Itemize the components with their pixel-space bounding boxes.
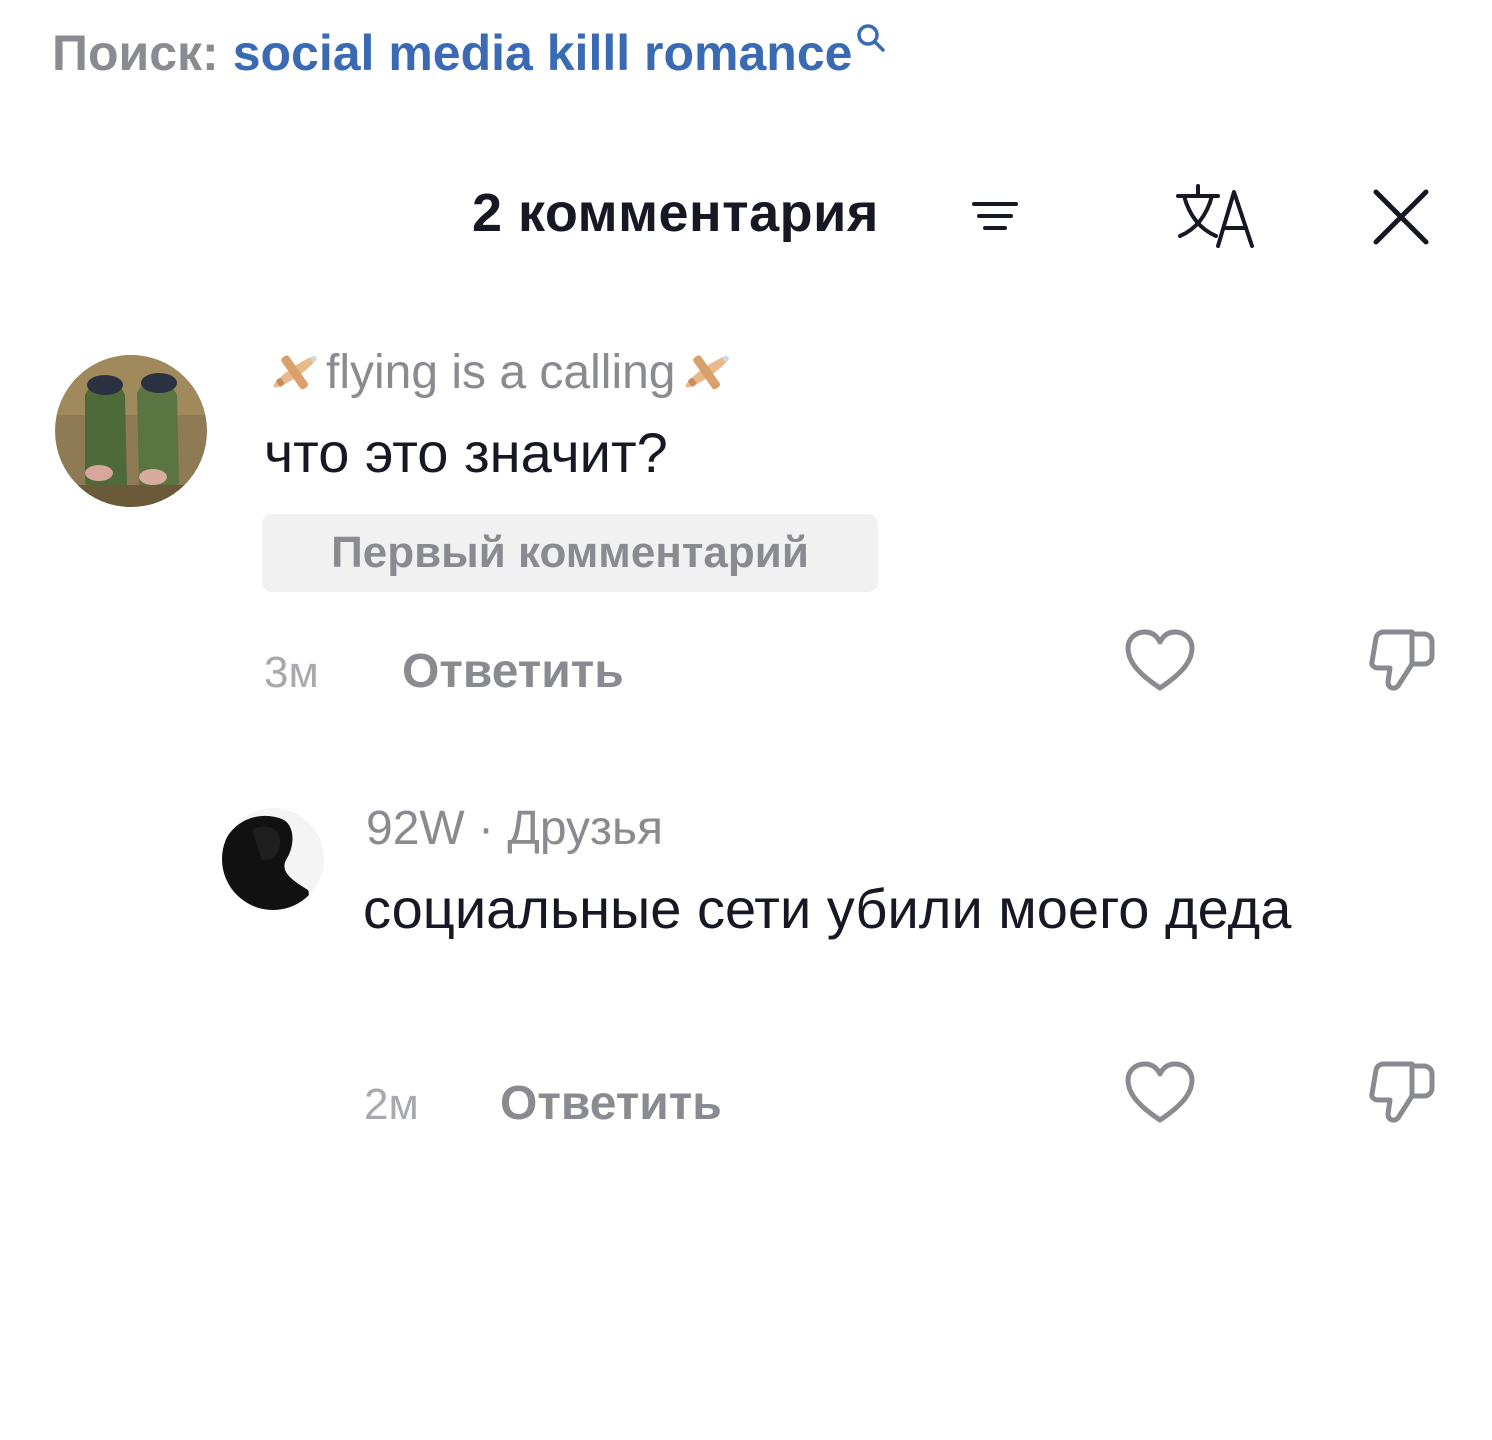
airplane-emoji-icon: [273, 355, 317, 390]
comments-header: 2 комментария: [0, 170, 1492, 260]
comment-text: социальные сети убили моего деда: [363, 877, 1292, 940]
search-query-link[interactable]: social media killl romance: [233, 24, 853, 82]
dislike-icon[interactable]: [1362, 1056, 1438, 1132]
sort-icon[interactable]: [970, 196, 1020, 236]
close-icon[interactable]: [1362, 178, 1440, 256]
avatar[interactable]: [222, 808, 324, 910]
comment-username-text: 92W · Друзья: [366, 801, 664, 855]
airplane-emoji-icon: [685, 355, 729, 390]
comment-text: что это значит?: [264, 421, 668, 484]
search-line: Поиск: social media killl romance: [52, 20, 888, 86]
comment-timestamp: 3м: [264, 648, 319, 697]
comments-count-title: 2 комментария: [472, 183, 879, 243]
comment-username-text: flying is a calling: [326, 345, 676, 399]
translate-icon[interactable]: [1172, 178, 1258, 252]
reply-button[interactable]: Ответить: [402, 644, 624, 699]
first-comment-badge: Первый комментарий: [262, 514, 878, 592]
like-heart-icon[interactable]: [1122, 1056, 1198, 1132]
reply-button[interactable]: Ответить: [500, 1076, 722, 1131]
dislike-icon[interactable]: [1362, 624, 1438, 700]
search-icon[interactable]: [854, 21, 888, 55]
search-prefix: Поиск:: [52, 25, 219, 81]
comment-username[interactable]: 92W · Друзья: [364, 798, 665, 858]
avatar[interactable]: [55, 355, 207, 507]
comment-timestamp: 2м: [364, 1080, 419, 1129]
like-heart-icon[interactable]: [1122, 624, 1198, 700]
comment-username[interactable]: flying is a calling: [266, 340, 736, 404]
